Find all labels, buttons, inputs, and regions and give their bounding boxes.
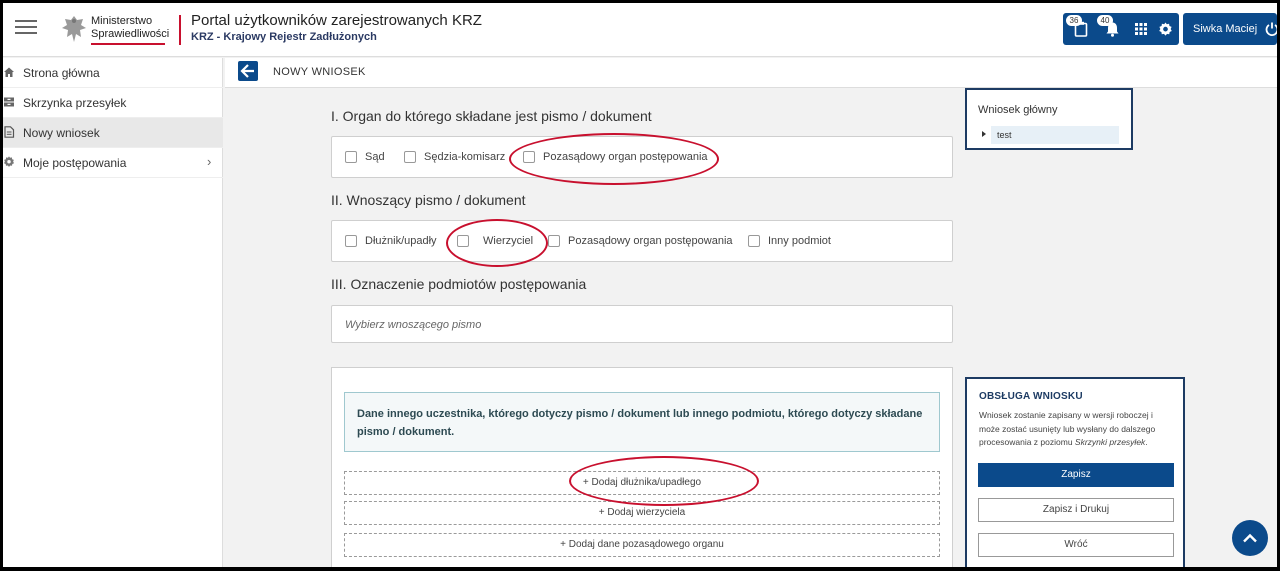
sidebar-item-nowy-wniosek[interactable]: Nowy wniosek bbox=[3, 118, 223, 148]
checkbox-dluznik[interactable]: Dłużnik/upadły bbox=[345, 234, 437, 248]
section-1-options: Sąd Sędzia-komisarz Pozasądowy organ pos… bbox=[331, 136, 953, 178]
settings-button[interactable] bbox=[1155, 13, 1175, 45]
logo-text-line1: Ministerstwo bbox=[91, 15, 153, 27]
wroc-button[interactable]: Wróć bbox=[978, 533, 1174, 557]
zapisz-button[interactable]: Zapisz bbox=[978, 463, 1174, 487]
ministry-logo[interactable]: Ministerstwo Sprawiedliwości bbox=[61, 12, 169, 48]
wniosek-tree-panel: Wniosek główny test bbox=[965, 88, 1133, 150]
zapisz-i-drukuj-button[interactable]: Zapisz i Drukuj bbox=[978, 498, 1174, 522]
checkbox-label: Sąd bbox=[365, 151, 385, 163]
header-divider bbox=[179, 15, 181, 45]
eagle-emblem-icon bbox=[62, 16, 86, 42]
checkbox-label: Inny podmiot bbox=[768, 235, 831, 247]
checkbox-label: Pozasądowy organ postępowania bbox=[568, 235, 733, 247]
gear-icon bbox=[3, 156, 15, 167]
add-dluznik-button[interactable]: + Dodaj dłużnika/upadłego bbox=[344, 471, 940, 495]
add-wierzyciel-button[interactable]: + Dodaj wierzyciela bbox=[344, 501, 940, 525]
obsluga-wniosku-panel: OBSŁUGA WNIOSKU Wniosek zostanie zapisan… bbox=[965, 377, 1185, 567]
tree-title: Wniosek główny bbox=[978, 104, 1058, 116]
checkbox-sedzia-komisarz[interactable]: Sędzia-komisarz bbox=[404, 150, 505, 164]
sidebar-item-skrzynka[interactable]: Skrzynka przesyłek bbox=[3, 88, 223, 118]
checkbox-sad[interactable]: Sąd bbox=[345, 150, 385, 164]
app-header: Ministerstwo Sprawiedliwości Portal użyt… bbox=[3, 3, 1277, 57]
apps-grid-icon bbox=[1135, 23, 1147, 35]
checkbox-label: Wierzyciel bbox=[483, 235, 534, 247]
tree-item-test[interactable]: test bbox=[991, 126, 1119, 144]
checkbox-pozasadowy-organ-wnoszacy[interactable]: Pozasądowy organ postępowania bbox=[548, 234, 733, 248]
add-pozasadowy-organ-button[interactable]: + Dodaj dane pozasądowego organu bbox=[344, 533, 940, 557]
participant-info-box: Dane innego uczestnika, którego dotyczy … bbox=[344, 392, 940, 452]
obsluga-text-link: Skrzynki przesyłek bbox=[1074, 437, 1146, 447]
caret-right-icon[interactable] bbox=[982, 131, 986, 137]
browser-viewport: Ministerstwo Sprawiedliwości Portal użyt… bbox=[3, 3, 1277, 567]
sidebar-nav: Strona główna Skrzynka przesyłek Nowy wn… bbox=[3, 58, 223, 567]
back-arrow-button[interactable] bbox=[238, 61, 258, 81]
section-2-options: Dłużnik/upadły Wierzyciel Pozasądowy org… bbox=[331, 220, 953, 262]
apps-button[interactable] bbox=[1131, 13, 1151, 45]
select-wnoszacy-placeholder[interactable]: Wybierz wnoszącego pismo bbox=[345, 319, 481, 331]
arrow-left-icon bbox=[240, 64, 254, 78]
header-icon-group: 36 40 bbox=[1063, 13, 1179, 45]
logo-underline bbox=[91, 43, 165, 45]
sidebar-item-label: Strona główna bbox=[23, 66, 100, 80]
checkbox-pozasadowy-organ[interactable]: Pozasądowy organ postępowania bbox=[523, 150, 708, 164]
obsluga-text-after: . bbox=[1145, 437, 1148, 447]
power-icon[interactable] bbox=[1265, 22, 1277, 36]
obsluga-title: OBSŁUGA WNIOSKU bbox=[979, 391, 1083, 402]
section-3-field[interactable]: Wybierz wnoszącego pismo bbox=[331, 305, 953, 343]
scroll-to-top-button[interactable] bbox=[1232, 520, 1268, 556]
checkbox-label: Dłużnik/upadły bbox=[365, 235, 437, 247]
checkbox-inny-podmiot[interactable]: Inny podmiot bbox=[748, 234, 831, 248]
logo-text-line2: Sprawiedliwości bbox=[91, 28, 170, 40]
inbox-icon bbox=[4, 97, 14, 107]
checkbox-label: Pozasądowy organ postępowania bbox=[543, 151, 708, 163]
user-name: Siwka Maciej bbox=[1193, 23, 1258, 35]
section-3-title: III. Oznaczenie podmiotów postępowania bbox=[331, 276, 587, 292]
sidebar-item-label: Moje postępowania bbox=[23, 156, 127, 170]
page-title: NOWY WNIOSEK bbox=[273, 66, 366, 78]
messages-button[interactable]: 36 bbox=[1066, 13, 1093, 45]
obsluga-description: Wniosek zostanie zapisany w wersji roboc… bbox=[979, 409, 1175, 450]
section-1-title: I. Organ do którego składane jest pismo … bbox=[331, 108, 652, 124]
checkbox-wierzyciel[interactable]: Wierzyciel bbox=[457, 234, 533, 248]
chevron-right-icon: › bbox=[207, 154, 212, 169]
page-title-bar: NOWY WNIOSEK bbox=[225, 58, 1277, 88]
sidebar-item-label: Skrzynka przesyłek bbox=[23, 96, 127, 110]
document-icon bbox=[4, 126, 15, 138]
sidebar-item-label: Nowy wniosek bbox=[23, 126, 100, 140]
portal-subtitle: KRZ - Krajowy Rejestr Zadłużonych bbox=[191, 31, 377, 43]
sidebar-item-strona-glowna[interactable]: Strona główna bbox=[3, 58, 223, 88]
messages-count-badge: 36 bbox=[1066, 15, 1082, 26]
section-2-title: II. Wnoszący pismo / dokument bbox=[331, 192, 526, 208]
portal-title: Portal użytkowników zarejestrowanych KRZ bbox=[191, 12, 482, 29]
hamburger-menu-icon[interactable] bbox=[15, 20, 37, 36]
chevron-up-icon bbox=[1243, 533, 1257, 543]
notifications-button[interactable]: 40 bbox=[1097, 13, 1125, 45]
gear-icon bbox=[1158, 21, 1172, 36]
notifications-count-badge: 40 bbox=[1097, 15, 1113, 26]
sidebar-item-moje-postepowania[interactable]: Moje postępowania › bbox=[3, 148, 223, 178]
home-icon bbox=[4, 67, 14, 77]
checkbox-label: Sędzia-komisarz bbox=[424, 151, 506, 163]
user-menu-button[interactable]: Siwka Maciej bbox=[1183, 13, 1277, 45]
